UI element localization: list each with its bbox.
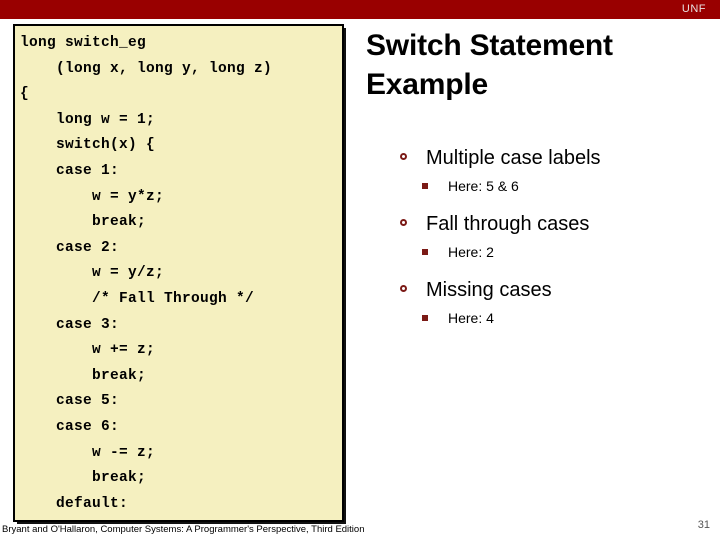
square-bullet-icon bbox=[422, 249, 428, 255]
page-title: Switch Statement Example bbox=[366, 29, 613, 101]
bullet-level1-1: Fall through cases bbox=[392, 209, 712, 239]
bullet-group-0: Multiple case labels Here: 5 & 6 bbox=[392, 143, 712, 197]
bullet-level2-2: Here: 4 bbox=[392, 307, 712, 329]
footer-citation: Bryant and O'Hallaron, Computer Systems:… bbox=[2, 524, 365, 535]
bullet-level1-label-1: Fall through cases bbox=[426, 213, 590, 235]
circle-bullet-icon bbox=[400, 153, 407, 160]
bullet-level2-label-0: Here: 5 & 6 bbox=[448, 178, 519, 194]
bullet-level1-2: Missing cases bbox=[392, 275, 712, 305]
bullet-level1-label-2: Missing cases bbox=[426, 279, 552, 301]
bullet-level1-0: Multiple case labels bbox=[392, 143, 712, 173]
bullet-level2-0: Here: 5 & 6 bbox=[392, 175, 712, 197]
square-bullet-icon bbox=[422, 183, 428, 189]
page-number: 31 bbox=[697, 519, 710, 531]
top-banner: UNF bbox=[0, 0, 720, 19]
bullet-level1-label-0: Multiple case labels bbox=[426, 147, 601, 169]
code-panel: long switch_eg (long x, long y, long z) … bbox=[13, 24, 344, 522]
code-listing: long switch_eg (long x, long y, long z) … bbox=[20, 35, 273, 512]
bullet-level2-label-1: Here: 2 bbox=[448, 244, 494, 260]
circle-bullet-icon bbox=[400, 219, 407, 226]
bullet-group-1: Fall through cases Here: 2 bbox=[392, 209, 712, 263]
brand-label: UNF bbox=[681, 3, 706, 15]
circle-bullet-icon bbox=[400, 285, 407, 292]
bullet-level2-label-2: Here: 4 bbox=[448, 310, 494, 326]
bullet-group-2: Missing cases Here: 4 bbox=[392, 275, 712, 329]
bullet-level2-1: Here: 2 bbox=[392, 241, 712, 263]
bullet-list: Multiple case labels Here: 5 & 6 Fall th… bbox=[392, 143, 712, 329]
bullet-spacer-0 bbox=[392, 197, 712, 209]
square-bullet-icon bbox=[422, 315, 428, 321]
bullet-spacer-1 bbox=[392, 263, 712, 275]
